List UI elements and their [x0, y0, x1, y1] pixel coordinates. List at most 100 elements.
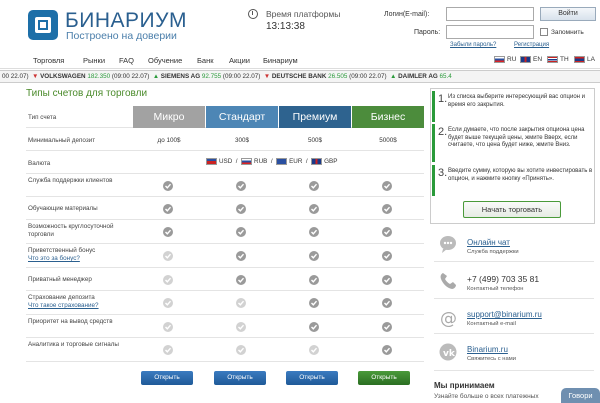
login-input[interactable]: [446, 7, 534, 21]
lang-ru[interactable]: RU: [494, 56, 516, 63]
arrow-up-icon: ▲: [390, 73, 397, 80]
platform-time-label: Время платформы: [266, 9, 341, 19]
check-icon: [236, 227, 246, 237]
price-ticker: 00 22.07) ▼ VOLKSWAGEN 182.350 (09:00 22…: [0, 70, 600, 83]
nav-item-binarium[interactable]: Бинариум: [263, 56, 298, 65]
lang-th-label: TH: [560, 56, 569, 64]
feature-row: Страхование депозита Что такое страховани…: [26, 291, 424, 315]
password-input[interactable]: [446, 25, 534, 39]
flag-ru-icon: [494, 56, 505, 63]
plan-header-business[interactable]: Бизнес: [352, 106, 424, 128]
check-icon: [382, 298, 392, 308]
currency-label: Валюта: [28, 160, 51, 167]
feature-label-text: Возможность круглосуточной торговли: [28, 223, 114, 238]
step-2: 2. Если думаете, что после закрытия опци…: [432, 124, 595, 162]
step-3-text: Введите сумму, которую вы хотите инвести…: [448, 168, 593, 182]
flag-th-icon: [547, 56, 558, 63]
feature-row: Приватный менеджер: [26, 268, 424, 291]
step-2-text: Если думаете, что после закрытия опциона…: [448, 127, 585, 148]
check-icon: [309, 275, 319, 285]
currency-row: Валюта USD / RUB / EUR / GBP: [26, 151, 424, 174]
remember-checkbox[interactable]: [540, 28, 548, 36]
plan-header-standard[interactable]: Стандарт: [206, 106, 278, 128]
nav-item-faq[interactable]: FAQ: [119, 56, 134, 65]
vk-sub: Свяжитесь с нами: [467, 356, 516, 362]
feature-label: Обучающие материалы: [28, 205, 132, 213]
vk-link[interactable]: Binarium.ru: [467, 345, 508, 354]
feature-row: Аналитика и торговые сигналы: [26, 338, 424, 362]
check-icon: [309, 181, 319, 191]
svg-text:@: @: [440, 309, 457, 327]
feature-label-text: Обучающие материалы: [28, 205, 98, 212]
register-link[interactable]: Регистрация: [514, 42, 549, 48]
feature-row: Возможность круглосуточной торговли: [26, 220, 424, 244]
check-icon: [382, 345, 392, 355]
nav-item-education[interactable]: Обучение: [148, 56, 182, 65]
main-nav: Торговля Рынки FAQ Обучение Банк Акции Б…: [0, 52, 600, 69]
ticker-item-0[interactable]: 00 22.07): [2, 73, 29, 80]
flag-gb-icon: [311, 158, 323, 165]
flag-ru-icon: [241, 158, 253, 165]
open-premium-button[interactable]: Открыть: [286, 371, 338, 385]
step-3: 3. Введите сумму, которую вы хотите инве…: [432, 165, 595, 196]
plan-header-micro[interactable]: Микро: [133, 106, 205, 128]
nav-item-trading[interactable]: Торговля: [33, 56, 64, 65]
lang-th[interactable]: TH: [547, 56, 569, 63]
svg-text:vk: vk: [443, 349, 456, 359]
chat-tab-button[interactable]: Говори: [561, 388, 600, 403]
check-icon: [163, 345, 173, 355]
open-standard-button[interactable]: Открыть: [214, 371, 266, 385]
check-icon: [163, 322, 173, 332]
deposit-premium: 500$: [307, 137, 322, 144]
nav-item-promotions[interactable]: Акции: [229, 56, 250, 65]
phone-number[interactable]: +7 (499) 703 35 81: [467, 274, 539, 284]
check-icon: [309, 204, 319, 214]
feature-label-text: Приветственный бонус: [28, 247, 96, 254]
feature-row: Приоритет на вывод средств: [26, 315, 424, 338]
support-email-link[interactable]: support@binarium.ru: [467, 310, 542, 319]
feature-label: Приватный менеджер: [28, 276, 132, 284]
open-business-button[interactable]: Открыть: [358, 371, 410, 385]
check-icon: [236, 275, 246, 285]
contact-divider: [434, 333, 594, 334]
feature-row: Приветственный бонус Что это за бонус?: [26, 244, 424, 268]
step-1: 1. Из списка выберите интересующий вас о…: [432, 91, 595, 122]
plan-header-premium[interactable]: Премиум: [279, 106, 351, 128]
ticker-item-3[interactable]: DEUTSCHE BANK 26.505 (09:00 22.07): [272, 73, 387, 80]
forgot-password-link[interactable]: Забыли пароль?: [450, 42, 496, 48]
start-trading-button[interactable]: Начать торговать: [463, 201, 561, 218]
deposit-business: 5000$: [379, 137, 397, 144]
arrow-up-icon: ▲: [152, 73, 160, 80]
feature-info-link[interactable]: Что это за бонус?: [28, 255, 80, 262]
lang-en[interactable]: EN: [520, 56, 542, 63]
ticker-item-1[interactable]: VOLKSWAGEN 182.350 (09:00 22.07): [40, 73, 149, 80]
ticker-item-4[interactable]: DAIMLER AG 65.4: [398, 73, 452, 80]
feature-label-text: Страхование депозита: [28, 294, 95, 301]
feature-row: Обучающие материалы: [26, 197, 424, 220]
feature-label: Аналитика и торговые сигналы: [28, 341, 132, 349]
phone-icon: [439, 272, 457, 290]
phone-sub: Контактный телефон: [467, 286, 524, 292]
flag-us-icon: [206, 158, 217, 165]
min-deposit-label: Минимальный депозит: [28, 137, 96, 144]
we-accept-title: Мы принимаем: [434, 381, 495, 390]
logo-icon[interactable]: [28, 10, 58, 40]
flag-eu-icon: [276, 158, 288, 165]
check-icon: [236, 251, 246, 261]
login-button[interactable]: Войти: [540, 7, 596, 21]
nav-item-markets[interactable]: Рынки: [83, 56, 105, 65]
ticker-item-2[interactable]: SIEMENS AG 92.755 (09:00 22.07): [161, 73, 261, 80]
nav-item-bank[interactable]: Банк: [197, 56, 214, 65]
step-1-number: 1.: [438, 93, 448, 105]
open-micro-button[interactable]: Открыть: [141, 371, 193, 385]
check-icon: [309, 298, 319, 308]
section-title: Типы счетов для торговли: [26, 88, 148, 99]
lang-la[interactable]: LA: [574, 56, 595, 63]
online-chat-sub: Служба поддержки: [467, 249, 519, 255]
online-chat-link[interactable]: Онлайн чат: [467, 238, 510, 247]
feature-info-link[interactable]: Что такое страхование?: [28, 302, 99, 309]
check-icon: [309, 227, 319, 237]
feature-label-text: Служба поддержки клиентов: [28, 177, 113, 184]
feature-label: Возможность круглосуточной торговли: [28, 223, 132, 239]
chat-icon: [439, 235, 457, 253]
